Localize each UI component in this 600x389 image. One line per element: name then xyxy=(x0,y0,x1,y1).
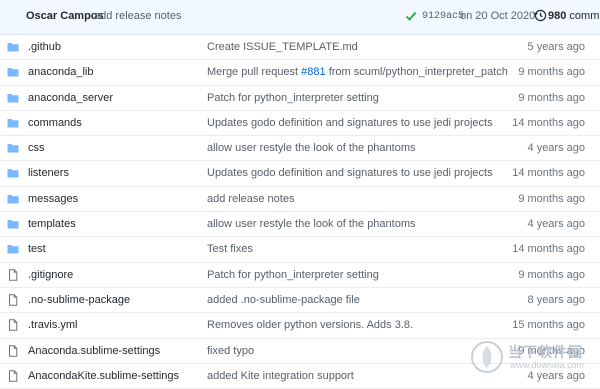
pull-request-link[interactable]: #881 xyxy=(301,66,325,78)
file-name-link[interactable]: .gitignore xyxy=(28,269,73,281)
folder-icon xyxy=(7,66,19,78)
file-icon xyxy=(7,319,19,331)
file-list: .github Create ISSUE_TEMPLATE.md 5 years a… xyxy=(0,35,600,389)
file-name-link[interactable]: messages xyxy=(28,193,78,205)
file-row: anaconda_server Patch for python_interpre… xyxy=(0,86,600,111)
commit-message-link[interactable]: added .no-sublime-package file xyxy=(207,294,360,306)
commit-message-link[interactable]: Patch for python_interpreter setting xyxy=(207,269,379,281)
file-name-link[interactable]: AnacondaKite.sublime-settings xyxy=(28,370,179,382)
file-row: listeners Updates godo definition and sig… xyxy=(0,161,600,187)
commit-message-link[interactable]: allow user restyle the look of the phant… xyxy=(207,142,416,154)
commit-message-link[interactable]: Removes older python versions. Adds 3.8. xyxy=(207,319,413,331)
commit-message-link[interactable]: added Kite integration support xyxy=(207,370,354,382)
file-icon xyxy=(7,294,19,306)
commit-message-text: Merge pull request xyxy=(207,66,302,79)
file-name-link[interactable]: anaconda_server xyxy=(28,92,113,104)
commit-message-text: from scuml/python_interpreter_patch xyxy=(325,66,508,79)
commit-hash[interactable]: 9129ac5 xyxy=(422,11,464,22)
commit-message-link[interactable]: Merge pull request #881 from scuml/pytho… xyxy=(207,66,508,78)
commit-author[interactable]: Oscar Campos xyxy=(26,10,104,22)
commit-message[interactable]: add release notes xyxy=(94,10,181,22)
folder-icon xyxy=(7,193,19,205)
file-row: css allow user restyle the look of the ph… xyxy=(0,136,600,162)
file-name-link[interactable]: commands xyxy=(28,117,82,129)
commit-age: 14 months ago xyxy=(512,116,585,129)
watermark-text: 当下软件园 xyxy=(508,344,583,360)
commit-date: on 20 Oct 2020 xyxy=(460,10,536,22)
file-row: anaconda_lib Merge pull request #881 from… xyxy=(0,60,600,86)
folder-icon xyxy=(7,167,19,179)
folder-icon xyxy=(7,92,19,104)
file-name-link[interactable]: listeners xyxy=(28,167,69,179)
commit-age: 9 months ago xyxy=(518,66,585,79)
commit-count-label: commits xyxy=(569,10,600,22)
folder-icon xyxy=(7,218,19,230)
file-row: commands Updates godo definition and sign… xyxy=(0,111,600,137)
commit-count-link[interactable]: 980 commits xyxy=(548,10,600,22)
commit-age: 9 months ago xyxy=(518,268,585,281)
file-name-link[interactable]: test xyxy=(28,243,46,255)
folder-icon xyxy=(7,142,19,154)
commit-message-link[interactable]: Create ISSUE_TEMPLATE.md xyxy=(207,41,358,53)
folder-icon xyxy=(7,117,19,129)
history-icon xyxy=(534,9,547,22)
commit-message-link[interactable]: Updates godo definition and signatures t… xyxy=(207,167,493,179)
file-name-link[interactable]: .travis.yml xyxy=(28,319,78,331)
file-name-link[interactable]: anaconda_lib xyxy=(28,66,93,78)
commit-message-link[interactable]: Patch for python_interpreter setting xyxy=(207,92,379,104)
file-name-link[interactable]: css xyxy=(28,142,45,154)
file-name-link[interactable]: Anaconda.sublime-settings xyxy=(28,345,160,357)
commit-age: 14 months ago xyxy=(512,167,585,180)
commit-message-link[interactable]: fixed typo xyxy=(207,345,254,357)
commit-age: 9 months ago xyxy=(518,91,585,104)
file-icon xyxy=(7,370,19,382)
watermark-subtext: www.downxia.com xyxy=(510,360,585,370)
file-name-link[interactable]: .github xyxy=(28,41,61,53)
file-row: messages add release notes 9 months ago xyxy=(0,187,600,213)
file-row: .travis.yml Removes older python versions… xyxy=(0,313,600,339)
commit-message-link[interactable]: Test fixes xyxy=(207,243,253,255)
file-name-link[interactable]: .no-sublime-package xyxy=(28,294,130,306)
watermark: 当下软件园 www.downxia.com xyxy=(470,338,600,378)
latest-commit-bar: Oscar Campos add release notes 9129ac5 o… xyxy=(0,0,600,35)
file-row: .gitignore Patch for python_interpreter s… xyxy=(0,263,600,288)
check-icon[interactable] xyxy=(405,10,417,22)
commit-age: 9 months ago xyxy=(518,192,585,205)
commit-age: 8 years ago xyxy=(527,293,585,306)
commit-message-link[interactable]: Updates godo definition and signatures t… xyxy=(207,117,493,129)
file-icon xyxy=(7,268,19,281)
commit-message-link[interactable]: add release notes xyxy=(207,193,294,205)
commit-age: 15 months ago xyxy=(512,319,585,332)
file-row: templates allow user restyle the look of … xyxy=(0,212,600,238)
file-row: .no-sublime-package added .no-sublime-pac… xyxy=(0,288,600,314)
commit-age: 4 years ago xyxy=(527,142,585,155)
file-name-link[interactable]: templates xyxy=(28,218,76,230)
commit-age: 5 years ago xyxy=(527,41,585,53)
file-icon xyxy=(7,344,19,357)
commit-age: 4 years ago xyxy=(527,218,585,231)
file-row: test Test fixes 14 months ago xyxy=(0,237,600,263)
folder-icon xyxy=(7,41,19,53)
watermark-logo-icon xyxy=(471,341,503,373)
commit-message-link[interactable]: allow user restyle the look of the phant… xyxy=(207,218,416,230)
file-row: .github Create ISSUE_TEMPLATE.md 5 years a… xyxy=(0,35,600,61)
commit-count: 980 xyxy=(548,10,567,22)
folder-icon xyxy=(7,243,19,255)
commit-age: 14 months ago xyxy=(512,243,585,256)
